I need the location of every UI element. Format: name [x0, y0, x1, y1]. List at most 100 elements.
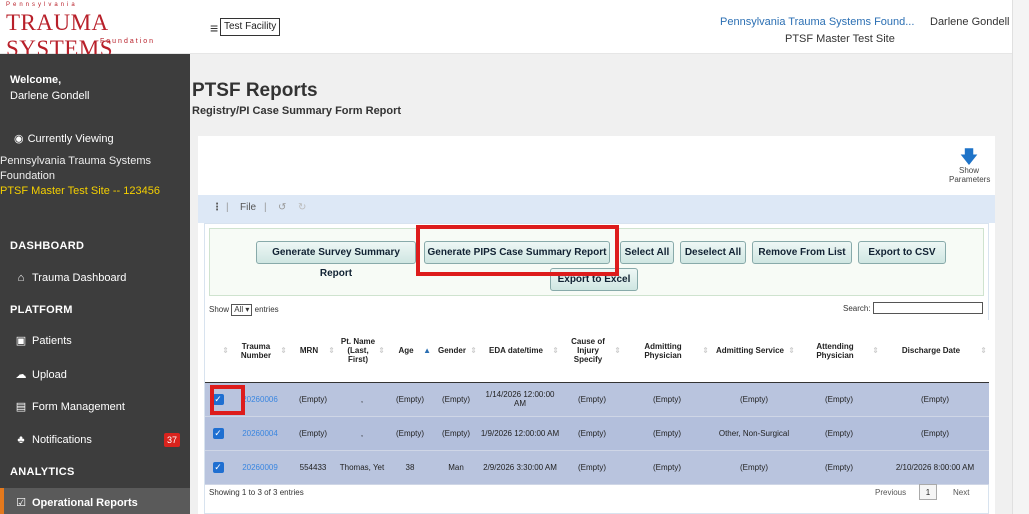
sort-ascending-icon: ▲ [423, 346, 431, 355]
previous-page-button[interactable]: Previous [875, 488, 906, 497]
column-header[interactable]: Admitting Service ⇕ [711, 320, 797, 383]
page-1-button[interactable]: 1 [919, 484, 937, 500]
column-header[interactable]: Gender ⇕ [433, 320, 479, 383]
row-checkbox[interactable]: ✓ [212, 427, 224, 439]
show-parameters-button[interactable]: 🡇 Show Parameters [949, 148, 991, 184]
facility-button[interactable]: Test Facility [220, 18, 281, 36]
admitting-service-cell: (Empty) [711, 382, 797, 417]
sidebar: Welcome, Darlene Gondell ◉ Currently View… [0, 54, 190, 514]
user-name[interactable]: Darlene Gondell [930, 16, 1010, 28]
attending-physician-cell: (Empty) [797, 450, 881, 485]
sidebar-item-form-management[interactable]: ▤ Form Management [0, 392, 190, 422]
report-toolbar: ⋮ | File | ↺ ↻ [198, 195, 995, 223]
row-checkbox-cell[interactable]: ✓ [205, 450, 231, 485]
column-header-label: Trauma Number [240, 341, 272, 360]
column-header-label: Discharge Date [901, 346, 961, 356]
case-table: ⇕ Trauma Number ⇕ MRN ⇕ Pt. Name (Last, Fi… [205, 320, 989, 485]
trauma-number-link[interactable]: 20260004 [231, 416, 289, 451]
more-options-icon[interactable]: ⋮ [212, 202, 222, 213]
main-content: PTSF Reports Registry/PI Case Summary Fo… [190, 54, 1012, 514]
eda-cell: 1/14/2026 12:00:00 AM [479, 382, 561, 417]
ptsf-logo[interactable]: Pennsylvania TRAUMA SYSTEMS Foundation [6, 2, 196, 61]
page-scrollbar[interactable] [1012, 0, 1029, 514]
column-header[interactable]: Trauma Number ⇕ [231, 320, 289, 383]
generate-survey-summary-button[interactable]: Generate Survey Summary Report [256, 241, 416, 279]
eda-cell: 1/9/2026 12:00:00 AM [479, 416, 561, 451]
sidebar-item-patients[interactable]: ▣ Patients [0, 326, 190, 356]
table-row[interactable]: ✓ 20260009 554433 Thomas, Yet 38 Man 2/9… [205, 450, 989, 485]
undo-icon[interactable]: ↺ [278, 202, 286, 213]
column-header-label: Admitting Service [715, 346, 784, 356]
table-row[interactable]: ✓ 20260006 (Empty) , (Empty) (Empty) 1/1… [205, 382, 989, 417]
row-checkbox[interactable]: ✓ [212, 461, 224, 473]
row-checkbox-cell[interactable]: ✓ [205, 416, 231, 451]
column-header[interactable]: Admitting Physician ⇕ [623, 320, 711, 383]
column-header[interactable]: Attending Physician ⇕ [797, 320, 881, 383]
sort-icon: ⇕ [980, 346, 987, 355]
page-title: PTSF Reports [192, 80, 318, 101]
age-cell: (Empty) [387, 416, 433, 451]
section-dashboard: DASHBOARD [10, 240, 85, 252]
toolbar-file[interactable]: File [240, 202, 256, 213]
sort-icon: ⇕ [328, 346, 335, 355]
sidebar-item-trauma-dashboard[interactable]: ⌂ Trauma Dashboard [0, 263, 190, 293]
column-header[interactable]: Pt. Name (Last, First) ⇕ [337, 320, 387, 383]
sidebar-item-upload[interactable]: ☁ Upload [0, 360, 190, 390]
column-header-label: Cause of Injury Specify [571, 337, 605, 365]
export-csv-button[interactable]: Export to CSV [858, 241, 946, 264]
table-row[interactable]: ✓ 20260004 (Empty) , (Empty) (Empty) 1/9… [205, 416, 989, 451]
discharge-cell: 2/10/2026 8:00:00 AM [881, 450, 989, 485]
mrn-cell: (Empty) [289, 382, 337, 417]
name-cell: Thomas, Yet [337, 450, 387, 485]
column-header[interactable]: Age ▲ [387, 320, 433, 383]
sidebar-item-label: Upload [32, 369, 67, 381]
site-name: PTSF Master Test Site [785, 33, 895, 45]
entries-select[interactable]: All ▾ [231, 304, 253, 316]
column-header[interactable]: Cause of Injury Specify ⇕ [561, 320, 623, 383]
column-header-label: MRN [299, 346, 319, 356]
sidebar-item-notifications[interactable]: ♣ Notifications 37 [0, 425, 190, 455]
notification-count-badge: 37 [164, 433, 180, 447]
page-subtitle: Registry/PI Case Summary Form Report [192, 105, 402, 117]
column-header-label: Admitting Physician [644, 341, 682, 360]
entries-length-control: Show All ▾ entries [209, 304, 279, 316]
currently-viewing-label: Currently Viewing [27, 133, 114, 145]
highlight-pips-button [416, 225, 619, 276]
admitting-service-cell: Other, Non-Surgical [711, 416, 797, 451]
column-header-label: Attending Physician [816, 341, 854, 360]
checkbox-icon: ☑ [16, 497, 26, 509]
logo-bottom-text: Foundation [100, 38, 156, 45]
column-header-label: Age [398, 346, 414, 356]
show-label: Show [209, 305, 230, 314]
deselect-all-button[interactable]: Deselect All [680, 241, 746, 264]
sidebar-item-label: Form Management [32, 401, 125, 413]
admitting-physician-cell: (Empty) [623, 382, 711, 417]
redo-icon[interactable]: ↻ [298, 202, 306, 213]
upload-icon: ☁ [15, 369, 27, 381]
gender-cell: Man [433, 450, 479, 485]
column-header[interactable]: EDA date/time ⇕ [479, 320, 561, 383]
remove-from-list-button[interactable]: Remove From List [752, 241, 852, 264]
sort-icon: ⇕ [280, 346, 287, 355]
cause-cell: (Empty) [561, 416, 623, 451]
trauma-number-link[interactable]: 20260009 [231, 450, 289, 485]
entries-select-value: All [234, 305, 244, 314]
sidebar-item-operational-reports[interactable]: ☑ Operational Reports [0, 488, 190, 514]
search-input[interactable] [873, 302, 983, 314]
show-parameters-label: Show Parameters [949, 166, 991, 184]
currently-viewing: ◉ Currently Viewing [14, 132, 114, 145]
name-cell: , [337, 416, 387, 451]
cause-cell: (Empty) [561, 382, 623, 417]
age-cell: (Empty) [387, 382, 433, 417]
org-name-link[interactable]: Pennsylvania Trauma Systems Found... [720, 16, 914, 28]
discharge-cell: (Empty) [881, 416, 989, 451]
column-header[interactable]: Discharge Date ⇕ [881, 320, 989, 383]
next-page-button[interactable]: Next [953, 488, 969, 497]
column-header-label: Gender [437, 346, 466, 356]
mrn-cell: 554433 [289, 450, 337, 485]
menu-icon[interactable]: ≡ [210, 20, 218, 36]
column-header-select[interactable]: ⇕ [205, 320, 231, 383]
table-header-row: ⇕ Trauma Number ⇕ MRN ⇕ Pt. Name (Last, Fi… [205, 320, 989, 383]
column-header[interactable]: MRN ⇕ [289, 320, 337, 383]
select-all-button[interactable]: Select All [620, 241, 674, 264]
